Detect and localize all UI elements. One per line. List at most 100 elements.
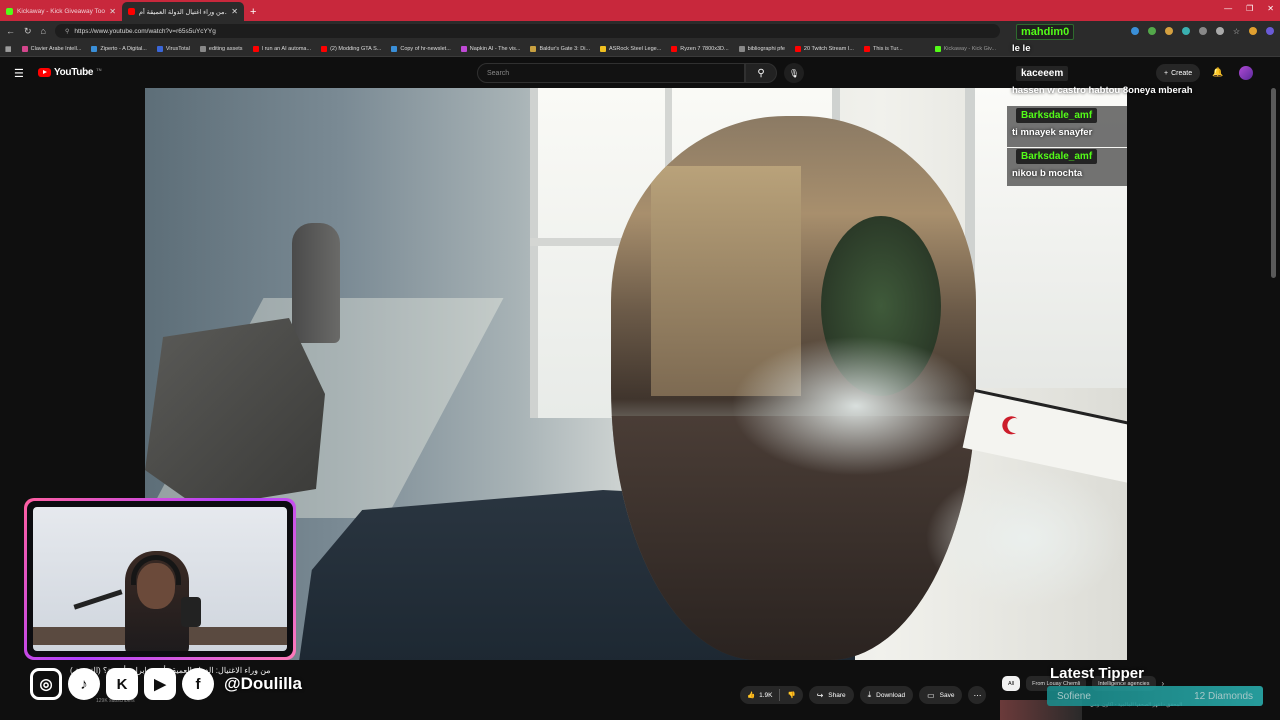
site-info-icon[interactable]: ⚲ xyxy=(65,28,69,35)
extension-icons: ☆ xyxy=(1130,27,1274,36)
maximize-icon[interactable]: ❐ xyxy=(1246,4,1253,13)
tab-youtube-video[interactable]: من وراء اغتيال الدولة العميقة أم... ✕ xyxy=(122,2,244,21)
bookmark-item[interactable]: This is Tur... xyxy=(863,45,903,52)
bookmark-item[interactable]: (2) Modding GTA S... xyxy=(321,45,381,52)
bookmark-star-icon[interactable]: ☆ xyxy=(1233,27,1240,36)
chip-all[interactable]: All xyxy=(1002,676,1021,691)
close-icon[interactable]: ✕ xyxy=(231,7,238,16)
bookmark-item[interactable]: Ryzen 7 7800x3D... xyxy=(671,45,729,52)
bookmark-item[interactable]: Kickaway - Kick Giv... xyxy=(934,45,997,52)
save-icon: ▭ xyxy=(927,690,935,700)
new-tab-button[interactable]: + xyxy=(244,2,262,21)
bookmark-item[interactable]: Ziperto - A Digital... xyxy=(91,45,147,52)
close-window-icon[interactable]: ✕ xyxy=(1267,4,1274,13)
minimize-icon[interactable]: — xyxy=(1224,4,1232,13)
kick-favicon-icon xyxy=(6,8,13,15)
url-input[interactable]: ⚲ https://www.youtube.com/watch?v=r65s5u… xyxy=(54,24,1000,38)
bookmark-label: 20 Twitch Stream I... xyxy=(803,45,854,52)
bookmark-icon xyxy=(530,45,537,52)
url-text: https://www.youtube.com/watch?v=r65s5uYc… xyxy=(74,27,216,35)
bookmark-icon xyxy=(156,45,163,52)
bookmark-item[interactable]: Napkin AI - The vis... xyxy=(460,45,521,52)
bookmark-label: editing assets xyxy=(208,45,243,52)
bookmark-item[interactable]: 20 Twitch Stream I... xyxy=(794,45,854,52)
bookmark-item[interactable]: ASRock Steel Lege... xyxy=(600,45,662,52)
bookmarks-bar: ▦ Clavier Arabe Intell... Ziperto - A Di… xyxy=(0,41,1280,57)
extension-icon[interactable] xyxy=(1130,27,1139,35)
extension-icon[interactable] xyxy=(1198,27,1207,35)
bookmark-label: This is Tur... xyxy=(872,45,903,52)
menu-icon[interactable]: ☰ xyxy=(14,67,24,80)
bookmark-icon xyxy=(391,45,398,52)
webcam-frame xyxy=(24,498,296,660)
extension-icon[interactable] xyxy=(1215,27,1224,35)
youtube-play-icon xyxy=(38,68,51,77)
reload-icon[interactable]: ↻ xyxy=(24,26,32,37)
country-code: TN xyxy=(96,67,102,72)
home-icon[interactable]: ⌂ xyxy=(41,26,46,36)
bookmark-icon xyxy=(671,45,678,52)
like-button[interactable]: 👍 1.9K xyxy=(740,691,779,700)
extension-icon[interactable] xyxy=(1181,27,1190,35)
thumbs-up-icon: 👍 xyxy=(747,692,756,699)
search-button[interactable]: ⚲ xyxy=(745,63,777,83)
tab-title: Kickaway - Kick Giveaway Tool xyxy=(17,8,106,15)
social-handles: ◎ ♪ K ▶ f @Doulilla xyxy=(30,668,302,700)
latest-tipper-label: Latest Tipper xyxy=(1050,665,1144,682)
youtube-logo[interactable]: YouTube TN xyxy=(38,67,102,78)
voice-search-button[interactable]: 🎙 xyxy=(784,63,804,83)
plus-icon: + xyxy=(1164,69,1169,77)
chat-message: hassen w castro habtou 8oneya mberah xyxy=(1012,85,1193,96)
youtube-icon: ▶ xyxy=(144,668,176,700)
page-scrollbar[interactable] xyxy=(1271,88,1276,278)
chat-username: Barksdale_amf xyxy=(1016,149,1098,164)
chat-username: kaceeem xyxy=(1016,66,1069,81)
youtube-header: ☰ YouTube TN Search ⚲ 🎙 + Create 🔔 xyxy=(0,57,1280,88)
bookmark-label: Clavier Arabe Intell... xyxy=(30,45,82,52)
tab-kickaway[interactable]: Kickaway - Kick Giveaway Tool ✕ xyxy=(0,2,122,21)
bookmark-label: Ziperto - A Digital... xyxy=(100,45,147,52)
download-icon: ⤓ xyxy=(867,690,872,699)
bookmark-icon xyxy=(863,45,870,52)
apps-icon[interactable]: ▦ xyxy=(5,45,12,53)
bookmark-item[interactable]: Baldur's Gate 3: Di... xyxy=(530,45,590,52)
bookmark-item[interactable]: bibliographi pfe xyxy=(738,45,785,52)
account-avatar[interactable] xyxy=(1239,66,1253,80)
notifications-bell-icon[interactable]: 🔔 xyxy=(1212,67,1223,78)
bookmark-label: ASRock Steel Lege... xyxy=(609,45,662,52)
bookmark-icon xyxy=(600,45,607,52)
share-button[interactable]: ↪ Share xyxy=(808,686,854,704)
bookmark-item[interactable]: VirusTotal xyxy=(156,45,190,52)
facebook-icon: f xyxy=(182,668,214,700)
close-icon[interactable]: ✕ xyxy=(109,7,116,16)
search-input[interactable]: Search xyxy=(477,63,745,83)
bookmark-item[interactable]: Copy of hr-newslet... xyxy=(391,45,451,52)
bookmark-label: Kickaway - Kick Giv... xyxy=(943,45,997,52)
bookmark-label: Ryzen 7 7800x3D... xyxy=(680,45,729,52)
dislike-button[interactable]: 👎 xyxy=(780,691,802,699)
back-icon[interactable]: ← xyxy=(6,26,15,36)
more-actions-button[interactable]: ⋯ xyxy=(968,686,987,704)
profile-avatar[interactable] xyxy=(1249,27,1257,35)
save-button[interactable]: ▭ Save xyxy=(919,686,963,704)
kick-favicon-icon xyxy=(934,45,941,52)
browser-tab-strip: Kickaway - Kick Giveaway Tool ✕ من وراء … xyxy=(0,0,1280,21)
bookmark-label: Copy of hr-newslet... xyxy=(400,45,451,52)
tipper-amount: 12 Diamonds xyxy=(1194,690,1253,702)
bookmark-icon xyxy=(460,45,467,52)
download-button[interactable]: ⤓ Download xyxy=(859,686,914,704)
bookmark-label: Napkin AI - The vis... xyxy=(469,45,521,52)
extension-icon[interactable] xyxy=(1164,27,1173,35)
bookmark-item[interactable]: Clavier Arabe Intell... xyxy=(21,45,82,52)
chat-message: ti mnayek snayfer xyxy=(1012,127,1093,138)
bookmark-item[interactable]: I run an AI automa... xyxy=(252,45,311,52)
head-silhouette-crowd-scene xyxy=(611,116,976,660)
chat-extension-icon[interactable] xyxy=(1266,27,1274,35)
create-button[interactable]: + Create xyxy=(1156,64,1201,82)
figurine xyxy=(181,597,201,627)
extension-icon[interactable] xyxy=(1147,27,1156,35)
webcam-inner xyxy=(27,501,293,657)
mic-icon: 🎙 xyxy=(788,68,800,78)
bookmark-item[interactable]: editing assets xyxy=(199,45,243,52)
create-label: Create xyxy=(1171,69,1193,77)
